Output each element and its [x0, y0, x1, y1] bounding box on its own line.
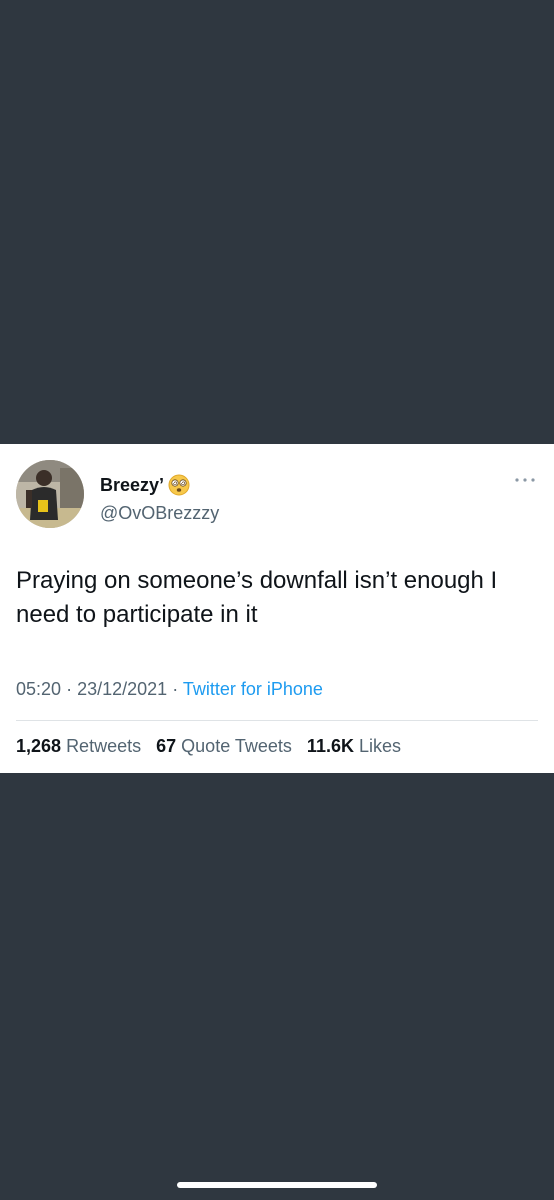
retweets-count: 1,268	[16, 736, 62, 756]
tweet-stats: 1,268 Retweets 67 Quote Tweets 11.6K Lik…	[16, 735, 411, 757]
avatar-photo	[16, 460, 84, 528]
avatar[interactable]	[16, 460, 84, 528]
meta-separator: ·	[66, 679, 73, 699]
display-name[interactable]: Breezy’	[100, 474, 164, 496]
tweet-meta: 05:20 · 23/12/2021 · Twitter for iPhone	[16, 678, 323, 700]
tweet-time: 05:20	[16, 679, 62, 699]
quote-tweets-stat[interactable]: 67 Quote Tweets	[156, 736, 292, 756]
likes-stat[interactable]: 11.6K Likes	[307, 736, 401, 756]
tweet-card: Breezy’ @OvOBrezzzy Praying on someone’s…	[0, 444, 554, 773]
meta-separator: ·	[172, 679, 179, 699]
more-dots-icon[interactable]	[512, 474, 538, 486]
quote-tweets-count: 67	[156, 736, 177, 756]
tweet-source-link[interactable]: Twitter for iPhone	[183, 679, 323, 699]
quote-tweets-label: Quote Tweets	[181, 736, 292, 756]
tweet-text: Praying on someone’s downfall isn’t enou…	[16, 567, 498, 628]
user-handle[interactable]: @OvOBrezzzy	[100, 502, 219, 524]
home-indicator[interactable]	[177, 1182, 377, 1188]
tweet-date: 23/12/2021	[77, 679, 168, 699]
dizzy-face-emoji-icon	[168, 474, 190, 496]
retweets-stat[interactable]: 1,268 Retweets	[16, 736, 141, 756]
divider	[16, 720, 538, 721]
display-name-row: Breezy’	[100, 474, 190, 496]
likes-label: Likes	[358, 736, 402, 756]
likes-count: 11.6K	[306, 736, 354, 756]
retweets-label: Retweets	[66, 736, 142, 756]
